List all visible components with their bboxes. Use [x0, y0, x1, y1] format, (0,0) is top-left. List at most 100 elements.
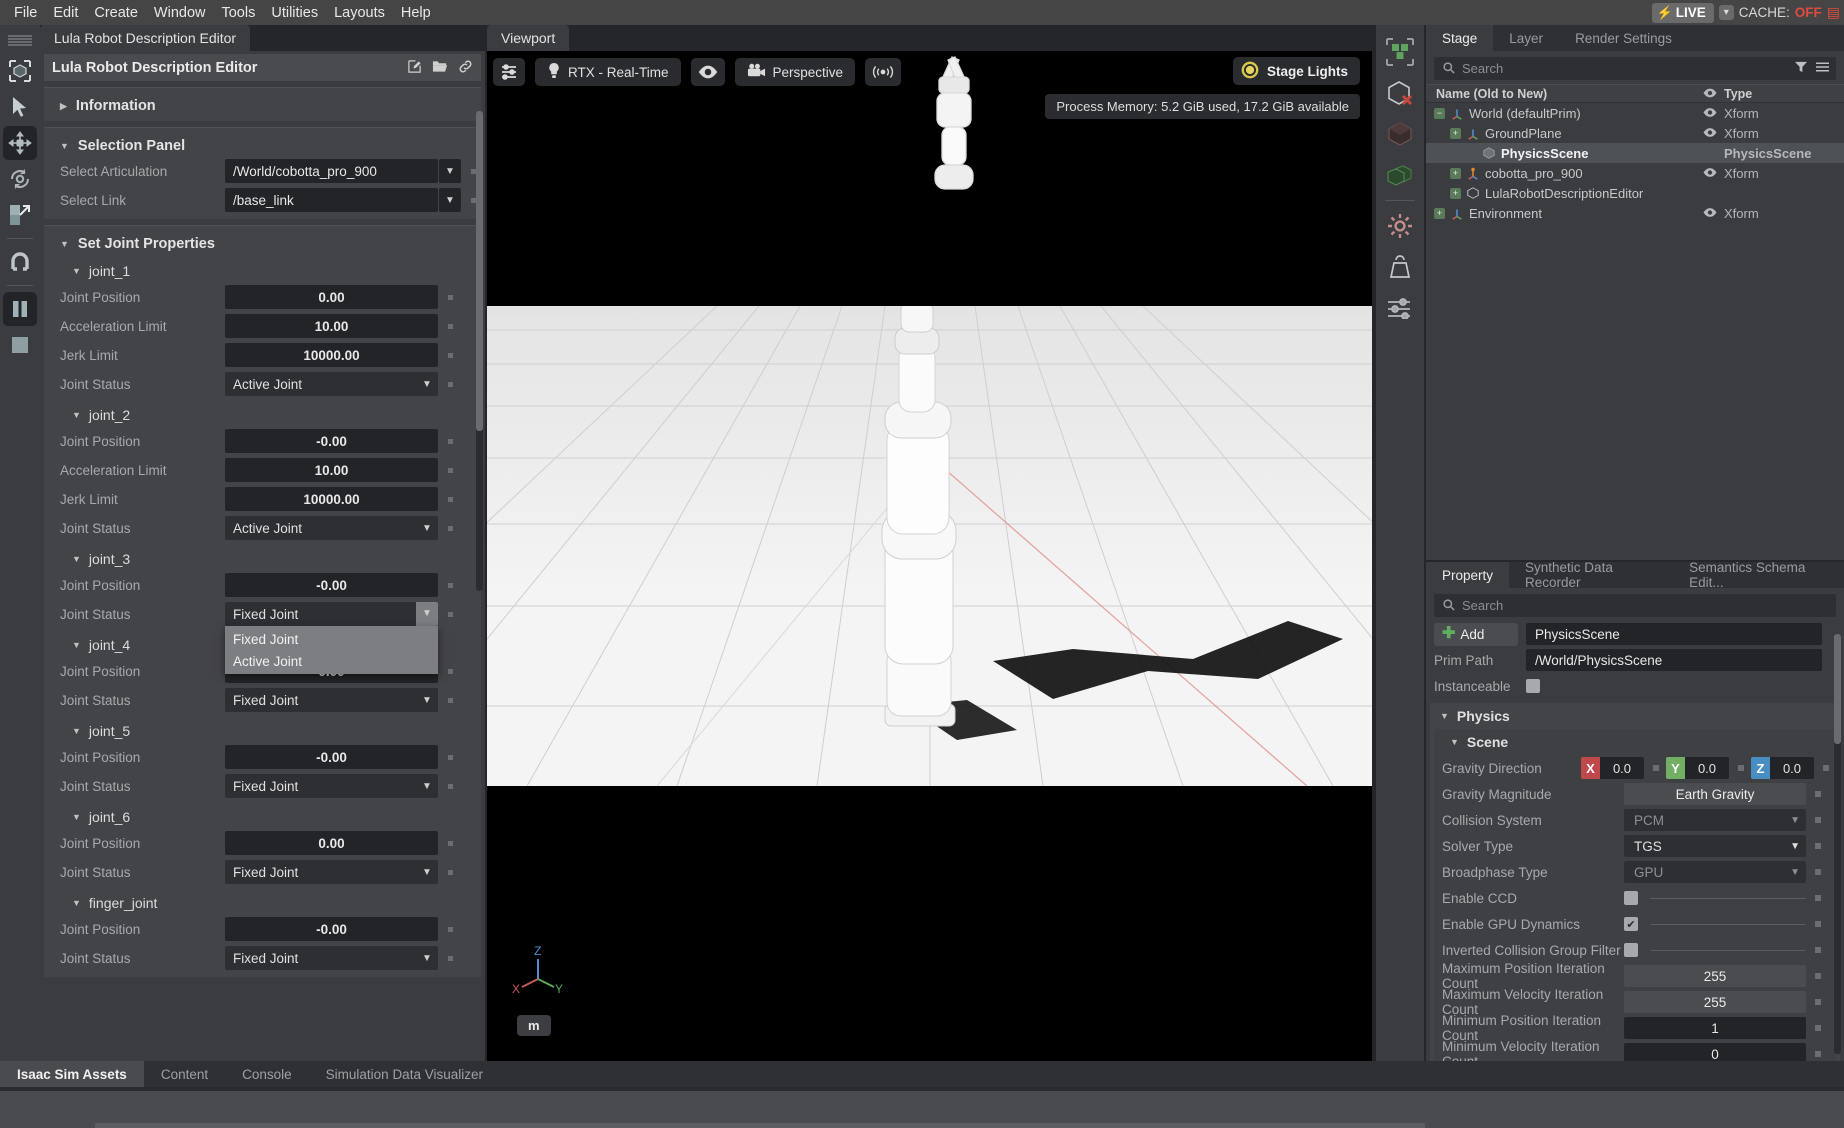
gravity-z-field[interactable]: Z0.0	[1751, 757, 1814, 779]
joint_6-joint-status-dropdown[interactable]: Fixed Joint▼	[225, 860, 438, 884]
select-link-value[interactable]: /base_link	[225, 188, 438, 212]
tab-simulation-data-visualizer[interactable]: Simulation Data Visualizer	[309, 1061, 500, 1087]
viewport[interactable]: RTX - Real-Time Perspective	[487, 51, 1372, 1061]
visibility-button[interactable]	[691, 58, 725, 86]
select-link-dropdown-icon[interactable]: ▼	[439, 188, 461, 212]
joint_5-joint-position-reset-dot[interactable]	[448, 755, 453, 760]
stop-icon[interactable]	[3, 328, 37, 362]
camera-button[interactable]: Perspective	[735, 58, 856, 86]
stage-row-lularobotdescriptioneditor[interactable]: +LulaRobotDescriptionEditor	[1426, 183, 1844, 203]
select-box-icon[interactable]	[3, 54, 37, 88]
collision-system-reset-dot[interactable]	[1815, 817, 1821, 823]
edit-pencil-icon[interactable]	[407, 59, 422, 77]
joint_1-joint-position-reset-dot[interactable]	[448, 295, 453, 300]
stage-row-groundplane[interactable]: +GroundPlaneXform	[1426, 123, 1844, 143]
joint_3-joint-position-reset-dot[interactable]	[448, 583, 453, 588]
chevron-down-icon[interactable]: ▼	[416, 523, 438, 534]
visibility-eye-icon[interactable]	[1696, 206, 1724, 220]
toolbar-drag-handle[interactable]	[8, 35, 32, 46]
enable-gpu-dynamics-reset-dot[interactable]	[1815, 921, 1821, 927]
link-icon[interactable]	[458, 59, 473, 77]
move-tool-icon[interactable]	[3, 126, 37, 160]
maximum-velocity-iteration-count-reset-dot[interactable]	[1815, 999, 1821, 1005]
finger_joint-joint-position-reset-dot[interactable]	[448, 927, 453, 932]
physics-settings-icon[interactable]	[1381, 289, 1419, 327]
joint-header-joint_5[interactable]: ▼joint_5	[44, 717, 481, 745]
joint_1-jerk-limit-reset-dot[interactable]	[448, 353, 453, 358]
joint_2-joint-position-reset-dot[interactable]	[448, 439, 453, 444]
joint_1-joint-status-dropdown[interactable]: Active Joint▼	[225, 372, 438, 396]
joint-header-joint_2[interactable]: ▼joint_2	[44, 401, 481, 429]
minimum-velocity-iteration-count-field[interactable]: 0	[1624, 1043, 1806, 1061]
joint-header-joint_3[interactable]: ▼joint_3	[44, 545, 481, 573]
bottom-horizontal-scrollbar[interactable]	[95, 1123, 1425, 1128]
live-dropdown-caret[interactable]: ▾	[1719, 5, 1734, 20]
dropdown-option-fixed-joint[interactable]: Fixed Joint	[225, 628, 438, 650]
maximum-velocity-iteration-count-field[interactable]: 255	[1624, 991, 1806, 1013]
visibility-eye-icon[interactable]	[1696, 166, 1724, 180]
physics-section-header[interactable]: ▼ Physics	[1430, 703, 1840, 729]
stage-row-physicsscene[interactable]: PhysicsScenePhysicsScene	[1426, 143, 1844, 163]
finger_joint-joint-status-dropdown[interactable]: Fixed Joint▼	[225, 946, 438, 970]
property-search-bar[interactable]: Search	[1434, 594, 1836, 617]
property-panel-scrollbar[interactable]	[1834, 634, 1841, 1054]
tab-isaac-sim-assets[interactable]: Isaac Sim Assets	[0, 1061, 144, 1087]
joint_5-joint-status-reset-dot[interactable]	[448, 784, 453, 789]
gravity-x-value[interactable]: 0.0	[1600, 757, 1644, 779]
chevron-down-icon[interactable]: ▼	[416, 953, 438, 964]
joint_4-joint-position-reset-dot[interactable]	[448, 669, 453, 674]
chevron-down-icon[interactable]: ▼	[60, 141, 69, 151]
unit-badge[interactable]: m	[517, 1015, 551, 1036]
stage-row-world-defaultprim[interactable]: −World (defaultPrim)Xform	[1426, 103, 1844, 123]
renderer-button[interactable]: RTX - Real-Time	[535, 58, 681, 86]
menu-edit[interactable]: Edit	[45, 3, 86, 23]
gravity-magnitude-reset-dot[interactable]	[1815, 791, 1821, 797]
joint_2-jerk-limit-input[interactable]: 10000.00	[225, 487, 438, 511]
tab-synthetic-data-recorder[interactable]: Synthetic Data Recorder	[1509, 562, 1673, 588]
joint_1-acceleration-limit-input[interactable]: 10.00	[225, 314, 438, 338]
tab-property[interactable]: Property	[1426, 562, 1509, 588]
joint_6-joint-position-input[interactable]: 0.00	[225, 831, 438, 855]
enable-ccd-checkbox[interactable]	[1624, 891, 1638, 905]
pause-icon[interactable]	[3, 292, 37, 326]
chevron-down-icon[interactable]: ▼	[60, 239, 69, 249]
options-menu-icon[interactable]	[1816, 61, 1829, 76]
broadphase-type-reset-dot[interactable]	[1815, 869, 1821, 875]
joint_2-joint-status-reset-dot[interactable]	[448, 526, 453, 531]
scale-tool-icon[interactable]	[3, 198, 37, 232]
gravity-y-field[interactable]: Y0.0	[1666, 757, 1729, 779]
select-articulation-value[interactable]: /World/cobotta_pro_900	[225, 159, 438, 183]
joint_3-joint-position-input[interactable]: -0.00	[225, 573, 438, 597]
joint_6-joint-status-reset-dot[interactable]	[448, 870, 453, 875]
chevron-down-icon[interactable]: ▼	[416, 379, 438, 390]
chevron-down-icon[interactable]: ▼	[416, 695, 438, 706]
joint_2-jerk-limit-reset-dot[interactable]	[448, 497, 453, 502]
expand-icon[interactable]: +	[1434, 208, 1445, 219]
tab-semantics-schema-edit[interactable]: Semantics Schema Edit...	[1673, 562, 1844, 588]
finger_joint-joint-position-input[interactable]: -0.00	[225, 917, 438, 941]
dark-cube-icon[interactable]	[1381, 115, 1419, 153]
frame-selection-icon[interactable]	[1381, 33, 1419, 71]
joint_1-joint-status-reset-dot[interactable]	[448, 382, 453, 387]
physics-gear-icon[interactable]	[1381, 207, 1419, 245]
maximum-position-iteration-count-field[interactable]: 255	[1624, 965, 1806, 987]
snap-magnet-icon[interactable]	[3, 245, 37, 279]
joint_1-jerk-limit-input[interactable]: 10000.00	[225, 343, 438, 367]
stage-row-cobotta-pro-900[interactable]: +cobotta_pro_900Xform	[1426, 163, 1844, 183]
gravity-z-reset-dot[interactable]	[1823, 765, 1829, 771]
visibility-eye-icon[interactable]	[1696, 106, 1724, 120]
gravity-x-field[interactable]: X0.0	[1581, 757, 1644, 779]
expand-icon[interactable]: +	[1450, 128, 1461, 139]
stage-col-name[interactable]: Name (Old to New)	[1426, 87, 1696, 101]
tab-stage[interactable]: Stage	[1426, 25, 1493, 51]
tab-render-settings[interactable]: Render Settings	[1559, 25, 1688, 51]
menu-tools[interactable]: Tools	[213, 3, 263, 23]
joint_1-acceleration-limit-reset-dot[interactable]	[448, 324, 453, 329]
gravity-magnitude-field[interactable]: Earth Gravity	[1624, 783, 1806, 805]
information-section[interactable]: ▶ Information	[44, 87, 481, 121]
joint_4-joint-status-reset-dot[interactable]	[448, 698, 453, 703]
prim-path-field[interactable]: /World/PhysicsScene	[1526, 649, 1822, 671]
joint_1-joint-position-input[interactable]: 0.00	[225, 285, 438, 309]
minimum-position-iteration-count-reset-dot[interactable]	[1815, 1025, 1821, 1031]
joint_3-joint-status-dropdown[interactable]: Fixed Joint▼Fixed JointActive Joint	[225, 602, 438, 626]
